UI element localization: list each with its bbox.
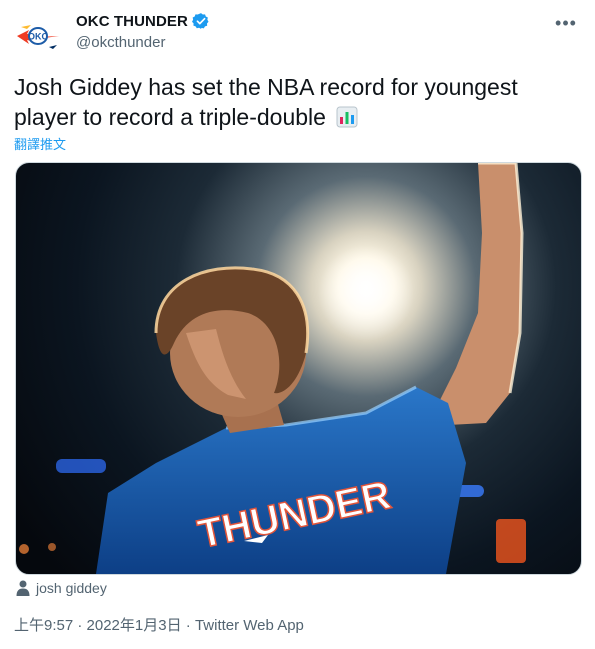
photo-tag[interactable]: josh giddey <box>16 580 107 596</box>
author-handle[interactable]: @okcthunder <box>76 34 165 51</box>
tweet-text: Josh Giddey has set the NBA record for y… <box>14 72 574 132</box>
tweet-source-link[interactable]: Twitter Web App <box>195 617 304 634</box>
author-display-name[interactable]: OKC THUNDER <box>76 13 188 30</box>
bar-chart-emoji-icon <box>336 106 358 128</box>
tweet-header: OKC OKC THUNDER @okcthunder ••• <box>0 0 595 60</box>
avatar[interactable]: OKC <box>14 12 62 60</box>
more-dots-icon: ••• <box>555 13 577 33</box>
translate-tweet-link[interactable]: 翻譯推文 <box>14 134 66 153</box>
author-name-row[interactable]: OKC THUNDER <box>76 12 210 30</box>
tweet-metadata: 上午9:57 · 2022年1月3日 · Twitter Web App <box>14 614 304 635</box>
tweet-timestamp-link[interactable]: 上午9:57 · 2022年1月3日 <box>14 617 182 634</box>
person-icon <box>16 580 30 596</box>
verified-badge-icon <box>191 13 209 29</box>
tweet-body: Josh Giddey has set the NBA record for y… <box>14 74 518 130</box>
tweet-photo[interactable]: THUNDER <box>15 162 582 575</box>
okc-thunder-logo-icon: OKC <box>17 25 59 49</box>
meta-separator: · <box>181 617 195 634</box>
svg-text:OKC: OKC <box>28 32 49 42</box>
tagged-user-name[interactable]: josh giddey <box>36 580 107 596</box>
more-options-button[interactable]: ••• <box>549 8 583 38</box>
photo-player-silhouette: THUNDER <box>19 163 526 574</box>
